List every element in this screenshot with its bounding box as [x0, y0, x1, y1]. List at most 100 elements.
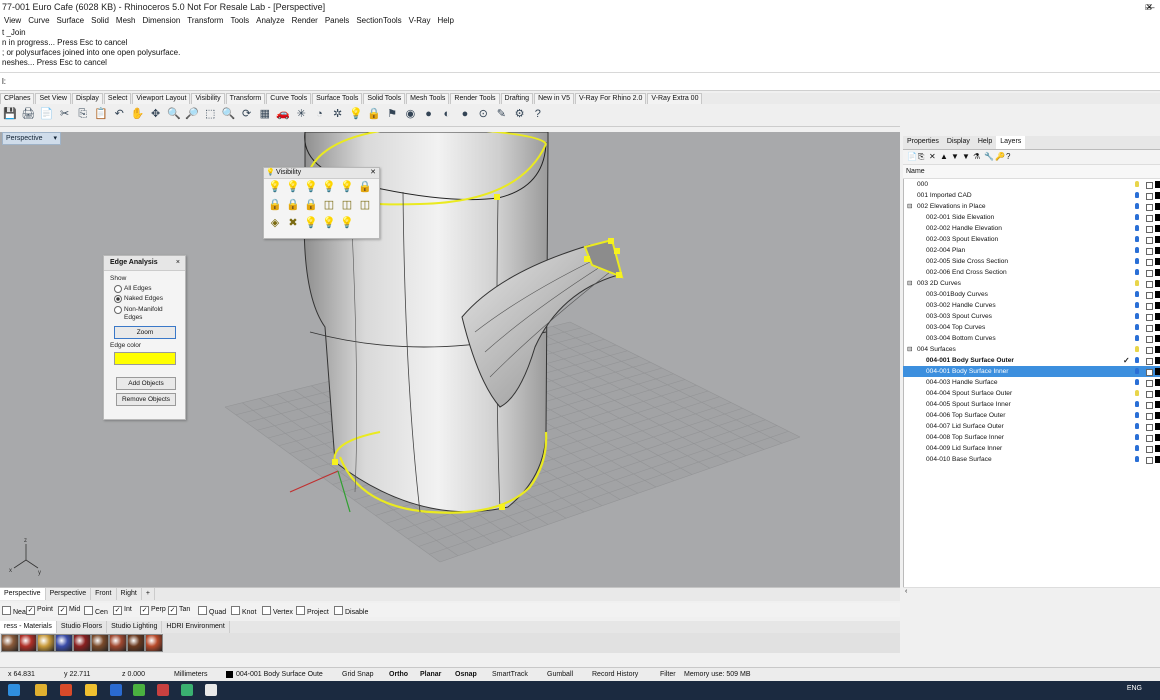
layer-tool-icon[interactable]: 🔑 — [995, 152, 1005, 161]
layer-color-swatch[interactable] — [1155, 401, 1160, 408]
app-icon[interactable] — [181, 684, 193, 696]
edge-color-swatch[interactable] — [114, 352, 176, 365]
units-label[interactable]: Millimeters — [174, 671, 207, 678]
lightbulb-icon[interactable] — [1135, 280, 1139, 286]
status-toggle-record-history[interactable]: Record History — [592, 671, 638, 678]
lock-icon[interactable] — [1146, 314, 1153, 321]
lock-icon[interactable] — [1146, 204, 1153, 211]
osnap-cen[interactable]: Cen — [84, 606, 108, 616]
toolbar-icon[interactable]: 🚗 — [276, 107, 290, 121]
status-toggle-ortho[interactable]: Ortho — [389, 671, 408, 678]
close-icon[interactable]: ✕ — [370, 168, 376, 178]
visibility-tool-icon[interactable]: 🔒 — [286, 198, 300, 212]
lock-icon[interactable] — [1146, 237, 1153, 244]
current-layer[interactable]: 004-001 Body Surface Oute — [236, 671, 323, 678]
toolbar-icon[interactable]: ⚑ — [385, 107, 399, 121]
layer-row[interactable]: 002-005 Side Cross Section — [903, 256, 1160, 267]
layer-tool-icon[interactable]: ⚗ — [973, 152, 980, 161]
toolbar-icon[interactable]: 📄 — [39, 107, 54, 121]
lightbulb-icon[interactable] — [1135, 423, 1139, 429]
osnap-vertex[interactable]: Vertex — [262, 606, 293, 616]
lightbulb-icon[interactable] — [1135, 181, 1139, 187]
toolbar-icon[interactable]: ✥ — [149, 107, 163, 121]
visibility-tool-icon[interactable]: 💡 — [304, 180, 318, 194]
lock-icon[interactable] — [1146, 336, 1153, 343]
layer-row[interactable]: ⊟ 002 Elevations in Place — [903, 201, 1160, 212]
menu-item-render[interactable]: Render — [288, 14, 321, 25]
menu-item-sectiontools[interactable]: SectionTools — [352, 14, 404, 25]
osnap-near[interactable]: Near — [2, 606, 28, 616]
material-tab[interactable]: HDRI Environment — [162, 621, 230, 633]
material-swatch[interactable] — [91, 634, 109, 652]
osnap-tan[interactable]: ✓ Tan — [168, 606, 190, 615]
control-point[interactable] — [332, 459, 338, 465]
layer-tool-icon[interactable]: ▼ — [951, 152, 959, 161]
osnap-point[interactable]: ✓ Point — [26, 606, 53, 615]
rhino-icon[interactable] — [110, 684, 122, 696]
layer-color-swatch[interactable] — [1155, 214, 1160, 221]
osnap-checkbox[interactable] — [198, 606, 207, 615]
material-tab[interactable]: Studio Lighting — [107, 621, 163, 633]
status-toggle-osnap[interactable]: Osnap — [455, 671, 477, 678]
app-icon[interactable] — [133, 684, 145, 696]
toolbar-icon[interactable]: 🔍 — [221, 107, 236, 121]
lock-icon[interactable] — [1146, 259, 1153, 266]
visibility-tool-icon[interactable]: 💡 — [268, 180, 282, 194]
lightbulb-icon[interactable] — [1135, 247, 1139, 253]
layer-color-swatch[interactable] — [1155, 181, 1160, 188]
osnap-checkbox[interactable]: ✓ — [168, 606, 177, 615]
toolbar-icon[interactable]: ⟳ — [240, 107, 254, 121]
toolbar-icon[interactable]: ? — [531, 107, 545, 121]
visibility-tool-icon[interactable]: ◫ — [358, 198, 372, 212]
osnap-checkbox[interactable] — [231, 606, 240, 615]
toolbar-icon[interactable]: ✋ — [130, 107, 145, 121]
lock-icon[interactable] — [1146, 391, 1153, 398]
osnap-checkbox[interactable]: ✓ — [140, 606, 149, 615]
menu-item-tools[interactable]: Tools — [226, 14, 252, 25]
visibility-tool-icon[interactable]: 💡 — [322, 180, 336, 194]
toolbar-icon[interactable]: 💡 — [349, 107, 363, 121]
collapse-toggle-icon[interactable]: ⊟ — [907, 278, 913, 289]
osnap-checkbox[interactable] — [334, 606, 343, 615]
lightbulb-icon[interactable] — [1135, 225, 1139, 231]
layer-color-swatch[interactable] — [1155, 357, 1160, 364]
lock-icon[interactable] — [1146, 226, 1153, 233]
layer-row[interactable]: 004-001 Body Surface Inner — [903, 366, 1160, 377]
tab-display[interactable]: Display — [943, 136, 974, 149]
toolbar-icon[interactable]: 💾 — [3, 107, 17, 121]
control-point[interactable] — [494, 194, 500, 200]
control-point[interactable] — [584, 256, 590, 262]
lightbulb-icon[interactable] — [1135, 236, 1139, 242]
lock-icon[interactable] — [1146, 281, 1153, 288]
material-swatch[interactable] — [37, 634, 55, 652]
toolbar-icon[interactable]: ✂ — [58, 107, 72, 121]
lightbulb-icon[interactable] — [1135, 313, 1139, 319]
chevron-down-icon[interactable]: ▾ — [53, 133, 57, 144]
layer-row[interactable]: 001 Imported CAD — [903, 190, 1160, 201]
lock-icon[interactable] — [1146, 358, 1153, 365]
layer-color-swatch[interactable] — [1155, 269, 1160, 276]
lock-icon[interactable] — [1146, 270, 1153, 277]
tab-properties[interactable]: Properties — [903, 136, 943, 149]
osnap-mid[interactable]: ✓ Mid — [58, 606, 80, 615]
lightbulb-icon[interactable] — [1135, 445, 1139, 451]
control-point[interactable] — [614, 248, 620, 254]
lock-icon[interactable] — [1146, 248, 1153, 255]
viewport-tab-front[interactable]: Front — [91, 588, 117, 600]
lock-icon[interactable] — [1146, 193, 1153, 200]
toolbar-icon[interactable]: ⬚ — [203, 107, 217, 121]
lightbulb-icon[interactable] — [1135, 390, 1139, 396]
layer-tool-icon[interactable]: ▲ — [940, 152, 948, 161]
toolbar-icon[interactable]: 🔍 — [167, 107, 181, 121]
lightbulb-icon[interactable] — [1135, 269, 1139, 275]
visibility-tool-icon[interactable]: ◈ — [268, 216, 282, 230]
layer-row[interactable]: 003-002 Handle Curves — [903, 300, 1160, 311]
layer-color-swatch[interactable] — [1155, 313, 1160, 320]
layer-color-swatch[interactable] — [1155, 445, 1160, 452]
material-swatch[interactable] — [73, 634, 91, 652]
material-swatch[interactable] — [145, 634, 163, 652]
lightbulb-icon[interactable] — [1135, 203, 1139, 209]
toolbar-icon[interactable]: ◐ — [440, 107, 454, 121]
layers-horizontal-scrollbar[interactable]: ‹ — [903, 587, 1160, 597]
material-tab[interactable]: ress - Materials — [0, 621, 57, 633]
